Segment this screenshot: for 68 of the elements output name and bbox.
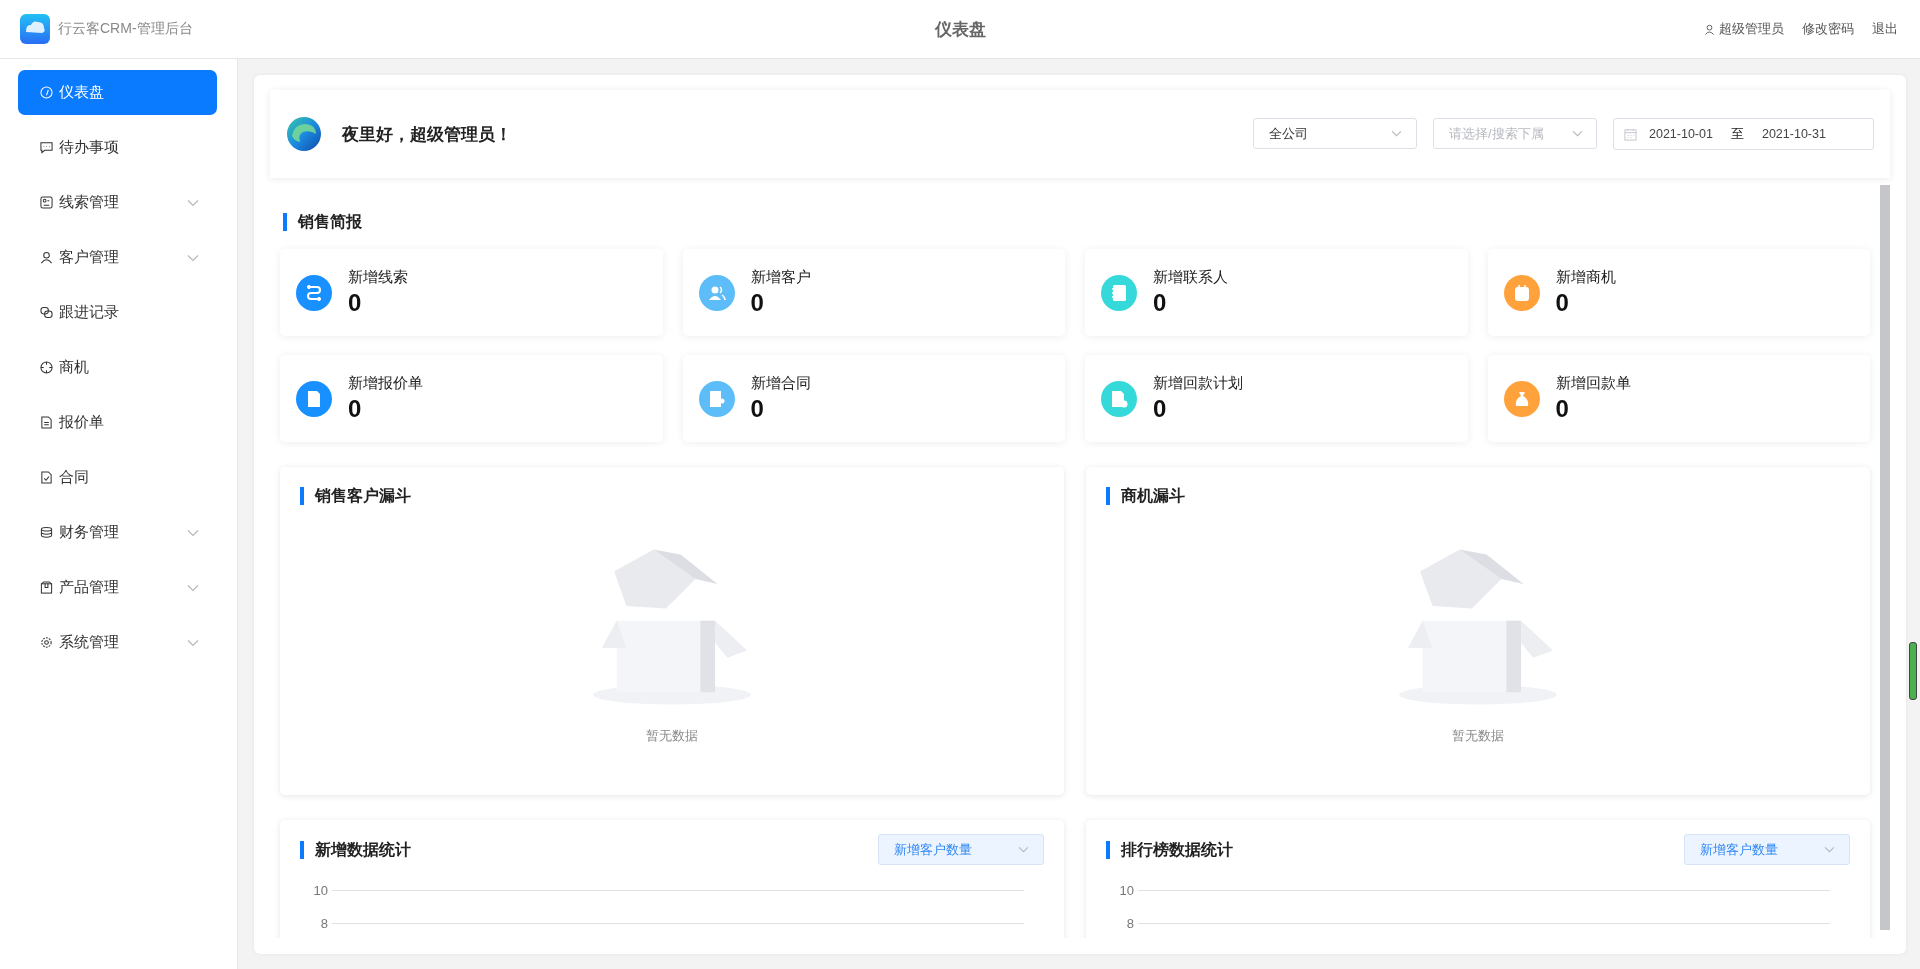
stat-value: 0 bbox=[1555, 289, 1570, 317]
scrollbar[interactable] bbox=[1880, 185, 1890, 930]
stat-label: 新增联系人 bbox=[1153, 268, 1228, 287]
section-title: 销售简报 bbox=[283, 213, 1870, 231]
stat-value: 0 bbox=[348, 289, 363, 317]
greeting-text: 夜里好，超级管理员！ bbox=[342, 123, 512, 146]
page-title: 仪表盘 bbox=[934, 18, 986, 41]
page-scrollbar-thumb[interactable] bbox=[1909, 642, 1917, 700]
axis-tick-label: 8 bbox=[319, 916, 328, 931]
stat-label: 新增回款单 bbox=[1555, 374, 1631, 393]
stat-label: 新增商机 bbox=[1555, 268, 1616, 287]
sidebar-item[interactable]: 系统管理 bbox=[18, 620, 217, 665]
stat-label: 新增报价单 bbox=[348, 374, 423, 393]
swirl-logo-icon bbox=[286, 116, 322, 152]
sidebar-item[interactable]: 客户管理 bbox=[18, 235, 217, 280]
panel-title: 商机漏斗 bbox=[1106, 487, 1850, 505]
menu-gauge-icon bbox=[40, 86, 53, 99]
logo-icon bbox=[20, 14, 50, 44]
panel-title: 销售客户漏斗 bbox=[300, 487, 1044, 505]
stat-label: 新增合同 bbox=[750, 374, 811, 393]
stat-value: 0 bbox=[750, 395, 765, 423]
stat-value: 0 bbox=[1153, 289, 1168, 317]
menu-document-check-icon bbox=[40, 471, 53, 484]
calendar-icon bbox=[1624, 127, 1637, 141]
sidebar-item[interactable]: 财务管理 bbox=[18, 510, 217, 555]
stat-value: 0 bbox=[1555, 395, 1570, 423]
menu-box-icon bbox=[40, 581, 53, 594]
menu-card-icon bbox=[40, 196, 53, 209]
sidebar-item[interactable]: 合同 bbox=[18, 455, 217, 500]
panel-title: 新增数据统计 bbox=[300, 840, 411, 859]
axis-tick-label: 8 bbox=[1125, 916, 1134, 931]
sidebar-item[interactable]: 商机 bbox=[18, 345, 217, 390]
chevron-down-icon bbox=[1391, 130, 1402, 137]
header-link[interactable]: 退出 bbox=[1872, 20, 1898, 38]
sidebar-item[interactable]: 报价单 bbox=[18, 400, 217, 445]
stat-label: 新增线索 bbox=[348, 268, 408, 287]
subordinate-select[interactable]: 请选择/搜索下属 bbox=[1433, 118, 1597, 149]
chevron-down-icon bbox=[1018, 846, 1029, 853]
sidebar-item[interactable]: 跟进记录 bbox=[18, 290, 217, 335]
app-title: 行云客CRM-管理后台 bbox=[58, 20, 193, 38]
empty-text: 暂无数据 bbox=[646, 727, 698, 745]
stat-label: 新增回款计划 bbox=[1153, 374, 1243, 393]
stat-value: 0 bbox=[348, 395, 363, 423]
header-link[interactable]: 修改密码 bbox=[1802, 20, 1854, 38]
empty-text: 暂无数据 bbox=[1452, 727, 1504, 745]
scope-select[interactable]: 全公司 bbox=[1253, 118, 1417, 149]
sidebar-item[interactable]: 产品管理 bbox=[18, 565, 217, 610]
date-range-picker[interactable]: 2021-10-01 至 2021-10-31 bbox=[1613, 118, 1874, 150]
stat-label: 新增客户 bbox=[750, 268, 811, 287]
user-icon bbox=[1704, 23, 1715, 35]
sidebar-item[interactable]: 待办事项 bbox=[18, 125, 217, 170]
menu-person-icon bbox=[40, 251, 53, 264]
axis-tick-label: 10 bbox=[312, 883, 328, 898]
menu-chain-icon bbox=[40, 306, 53, 319]
user-name[interactable]: 超级管理员 bbox=[1719, 20, 1784, 38]
menu-document-icon bbox=[40, 416, 53, 429]
stat-value: 0 bbox=[1153, 395, 1168, 423]
chevron-down-icon bbox=[1572, 130, 1583, 137]
sidebar-item[interactable]: 线索管理 bbox=[18, 180, 217, 225]
menu-settings-icon bbox=[40, 636, 53, 649]
menu-chat-icon bbox=[40, 141, 53, 154]
sidebar-item[interactable]: 仪表盘 bbox=[18, 70, 217, 115]
menu-crosshair-icon bbox=[40, 361, 53, 374]
chevron-down-icon bbox=[1824, 846, 1835, 853]
axis-tick-label: 10 bbox=[1118, 883, 1134, 898]
menu-coins-icon bbox=[40, 526, 53, 539]
stat-value: 0 bbox=[750, 289, 765, 317]
panel-title: 排行榜数据统计 bbox=[1106, 840, 1233, 859]
